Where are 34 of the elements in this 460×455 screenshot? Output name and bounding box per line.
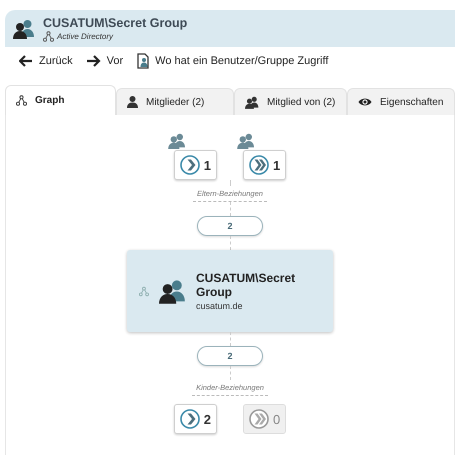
double-chevron-icon — [249, 155, 269, 175]
chevron-icon — [180, 155, 200, 175]
tab[interactable]: Mitglied von (2) — [234, 88, 347, 115]
person-icon — [127, 96, 138, 108]
graph-icon — [139, 286, 149, 296]
chevron-icon — [180, 409, 200, 429]
back-button[interactable]: Zurück — [19, 55, 73, 67]
group-icon — [245, 96, 259, 108]
arrow-right-icon — [86, 55, 101, 67]
relation-button[interactable]: 2 — [174, 404, 217, 434]
window-title: CUSATUM\Secret Group — [43, 16, 188, 30]
group-icon — [158, 278, 186, 304]
forward-button[interactable]: Vor — [86, 55, 124, 67]
group-name: CUSATUM\Secret Group — [196, 271, 296, 299]
relation-button[interactable]: 1 — [243, 150, 286, 180]
document-person-icon — [137, 53, 150, 69]
eye-icon — [358, 97, 372, 107]
group-card[interactable]: CUSATUM\Secret Group cusatum.de — [127, 250, 333, 332]
arrow-left-icon — [19, 55, 33, 67]
group-icon — [13, 18, 35, 38]
access-button[interactable]: Wo hat ein Benutzer/Gruppe Zugriff — [137, 53, 328, 69]
tab[interactable]: Eigenschaften — [347, 88, 455, 115]
group-icon — [237, 133, 255, 149]
tab[interactable]: Graph — [5, 85, 116, 115]
relation-button[interactable]: 1 — [174, 150, 217, 180]
count-pill[interactable]: 2 — [197, 346, 263, 366]
graph-icon — [16, 95, 27, 106]
double-chevron-icon — [249, 409, 269, 429]
count-pill[interactable]: 2 — [197, 216, 263, 236]
graph-icon — [43, 30, 54, 42]
group-icon — [168, 133, 186, 149]
tab[interactable]: Mitglieder (2) — [116, 88, 234, 115]
group-domain: cusatum.de — [196, 301, 244, 311]
window-subtitle: Active Directory — [57, 32, 114, 40]
